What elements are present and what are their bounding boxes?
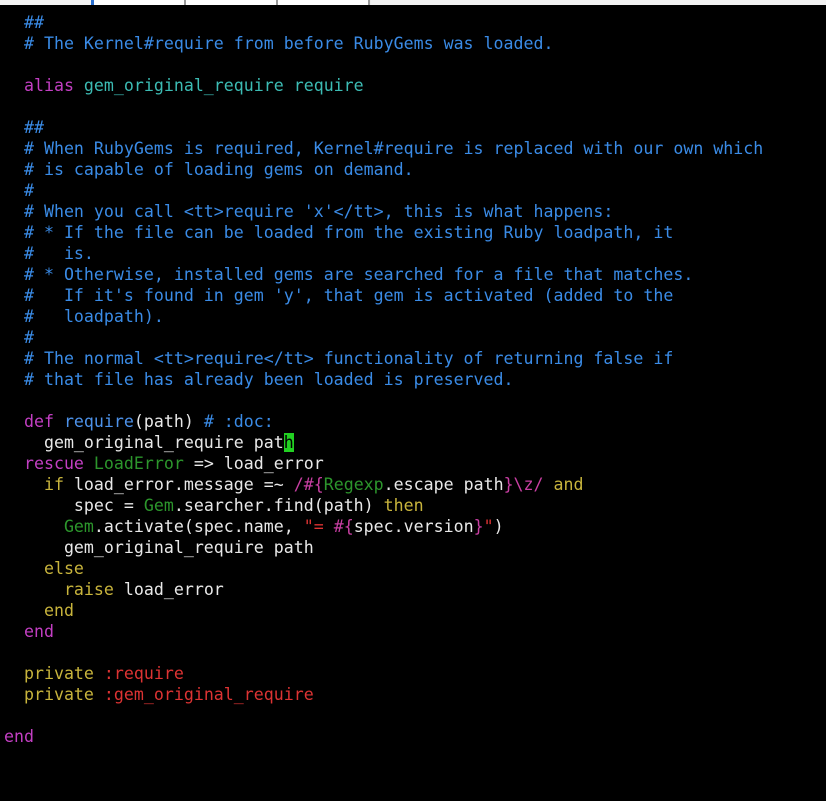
code-text: ) [493,517,504,536]
end-keyword: end [4,727,34,746]
code-text: gem_original_require path [4,538,314,557]
constant: LoadError [83,454,184,473]
comment: ## [4,13,44,32]
comment: # is capable of loading gems on demand. [4,160,414,179]
regexp-delimiter: /#{ [293,475,324,494]
code-line: # is. [4,243,826,264]
code-line: # * Otherwise, installed gems are search… [4,264,826,285]
code-text: spec = [4,496,144,515]
comment: # * Otherwise, installed gems are search… [4,265,694,284]
code-line: private :require [4,663,826,684]
string-literal: " [483,517,494,536]
private-keyword: private [4,664,94,683]
symbol-literal: :gem_original_require [93,685,314,704]
comment: ## [4,118,44,137]
window-tab[interactable] [0,0,91,5]
code-line: # that file has already been loaded is p… [4,369,826,390]
code-line: def require(path) # :doc: [4,411,826,432]
code-line: gem_original_require path [4,537,826,558]
constant: Regexp [323,475,384,494]
text-cursor: h [283,433,294,452]
code-line: if load_error.message =~ /#{Regexp.escap… [4,474,826,495]
method-params: (path) [133,412,204,431]
comment: # The Kernel#require from before RubyGem… [4,34,554,53]
else-keyword: else [4,559,84,578]
regexp-delimiter: }\z/ [503,475,544,494]
window-tab-bar-empty [371,0,826,5]
raise-keyword: raise [4,580,114,599]
window-tab-active[interactable] [91,0,184,5]
string-literal: "= [303,517,334,536]
comment: # loadpath). [4,307,164,326]
code-text: .searcher.find(path) [173,496,384,515]
code-line: # When RubyGems is required, Kernel#requ… [4,138,826,159]
code-line: end [4,621,826,642]
code-line: # is capable of loading gems on demand. [4,159,826,180]
code-line: gem_original_require path [4,432,826,453]
code-line: alias gem_original_require require [4,75,826,96]
code-line: end [4,600,826,621]
code-line: # loadpath). [4,306,826,327]
code-line: # If it's found in gem 'y', that gem is … [4,285,826,306]
alias-method-names: gem_original_require require [73,76,364,95]
comment: # The normal <tt>require</tt> functional… [4,349,674,368]
window-tab[interactable] [186,0,276,5]
comment: # that file has already been loaded is p… [4,370,514,389]
code-text: .activate(spec.name, [93,517,304,536]
code-text: spec.version [353,517,474,536]
then-keyword: then [383,496,424,515]
code-line: spec = Gem.searcher.find(path) then [4,495,826,516]
comment: # [4,181,34,200]
code-line: private :gem_original_require [4,684,826,705]
code-line: # When you call <tt>require 'x'</tt>, th… [4,201,826,222]
symbol-literal: :require [93,664,184,683]
end-keyword: end [4,601,74,620]
comment: # :doc: [203,412,274,431]
constant: Gem [143,496,174,515]
comment: # [4,328,34,347]
and-keyword: and [543,475,584,494]
alias-keyword: alias [4,76,74,95]
code-line: # The Kernel#require from before RubyGem… [4,33,826,54]
code-line: # [4,327,826,348]
comment: # is. [4,244,94,263]
def-keyword: def [4,412,54,431]
code-text: load_error [113,580,224,599]
interpolation-delimiter: #{ [333,517,354,536]
code-line: # [4,180,826,201]
code-text: gem_original_require pat [4,433,284,452]
window-tab-strip [0,0,826,5]
comment: # When RubyGems is required, Kernel#requ… [4,139,764,158]
code-text: .escape path [383,475,504,494]
tab-divider [368,0,370,5]
code-line: rescue LoadError => load_error [4,453,826,474]
code-line: Gem.activate(spec.name, "= #{spec.versio… [4,516,826,537]
code-line: # * If the file can be loaded from the e… [4,222,826,243]
code-text: => load_error [183,454,324,473]
private-keyword: private [4,685,94,704]
rescue-keyword: rescue [4,454,84,473]
end-keyword: end [4,622,54,641]
constant: Gem [4,517,94,536]
code-line: end [4,726,826,747]
comment: # If it's found in gem 'y', that gem is … [4,286,674,305]
code-line: else [4,558,826,579]
code-line: # The normal <tt>require</tt> functional… [4,348,826,369]
if-keyword: if [4,475,64,494]
code-editor[interactable]: ## # The Kernel#require from before Ruby… [0,0,826,801]
comment: # When you call <tt>require 'x'</tt>, th… [4,202,614,221]
code-line: ## [4,117,826,138]
code-text: load_error.message =~ [63,475,294,494]
code-line: ## [4,12,826,33]
method-name: require [53,412,134,431]
code-line: raise load_error [4,579,826,600]
window-tab[interactable] [278,0,368,5]
comment: # * If the file can be loaded from the e… [4,223,674,242]
interpolation-delimiter: } [473,517,484,536]
